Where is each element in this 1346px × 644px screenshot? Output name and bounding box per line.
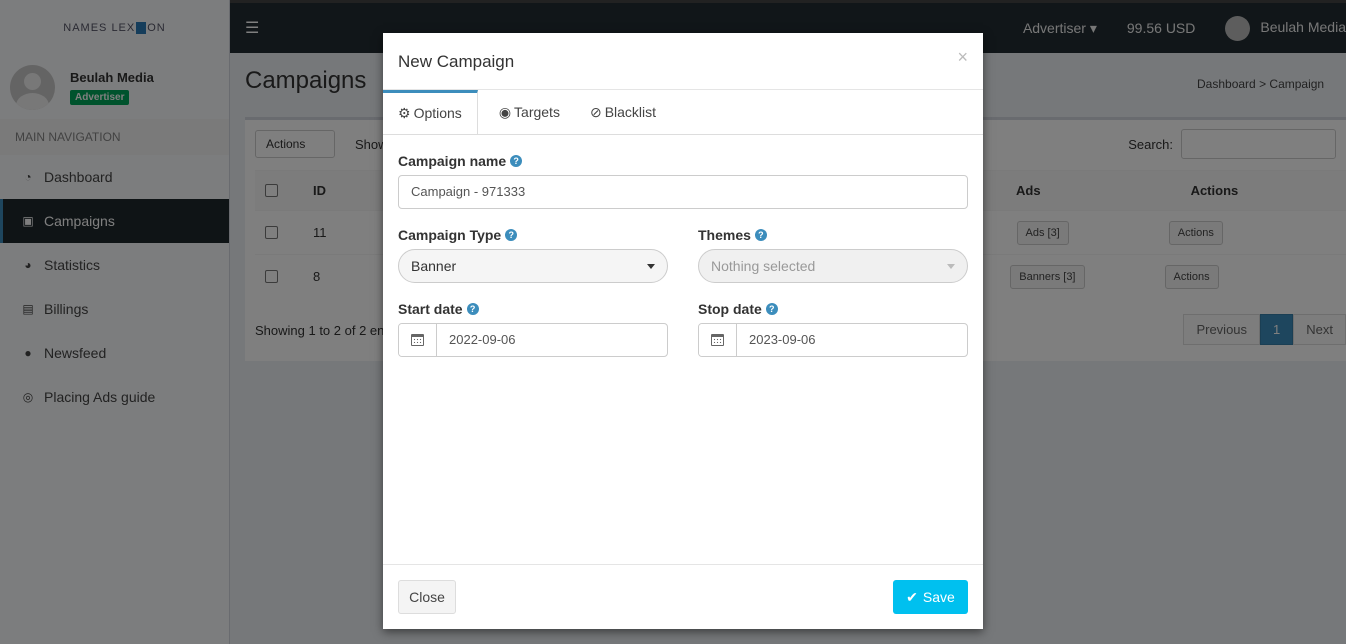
options-form: Campaign name ? Campaign - 971333 Campai… — [383, 135, 983, 565]
ban-icon: ⊘ — [589, 104, 602, 120]
close-icon[interactable]: × — [957, 47, 968, 68]
tab-options[interactable]: ⚙ Options — [383, 90, 478, 134]
check-icon: ✔ — [906, 588, 918, 605]
stop-date-field[interactable]: 2023-09-06 — [698, 323, 968, 357]
help-icon[interactable]: ? — [505, 229, 518, 241]
themes-select[interactable]: Nothing selected — [698, 249, 968, 283]
help-icon[interactable]: ? — [754, 229, 767, 241]
caret-down-icon — [947, 264, 955, 269]
themes-label: Themes ? — [698, 227, 767, 243]
bullseye-icon: ◉ — [498, 104, 512, 120]
help-icon[interactable]: ? — [765, 303, 778, 315]
start-date-input[interactable]: 2022-09-06 — [437, 324, 667, 356]
calendar-icon[interactable] — [399, 324, 437, 356]
start-date-field[interactable]: 2022-09-06 — [398, 323, 668, 357]
modal-tabs: ⚙ Options ◉ Targets ⊘ Blacklist — [383, 90, 983, 135]
campaign-type-label: Campaign Type ? — [398, 227, 518, 243]
help-icon[interactable]: ? — [510, 155, 523, 167]
gear-icon: ⚙ — [398, 105, 411, 121]
caret-down-icon — [647, 264, 655, 269]
campaign-name-label: Campaign name ? — [398, 153, 523, 169]
stop-date-input[interactable]: 2023-09-06 — [737, 324, 967, 356]
close-button[interactable]: Close — [398, 580, 456, 614]
save-button[interactable]: ✔ Save — [893, 580, 968, 614]
campaign-type-select[interactable]: Banner — [398, 249, 668, 283]
help-icon[interactable]: ? — [466, 303, 479, 315]
campaign-name-input[interactable]: Campaign - 971333 — [398, 175, 968, 209]
stop-date-label: Stop date ? — [698, 301, 778, 317]
modal-footer: Close ✔ Save — [383, 564, 983, 629]
start-date-label: Start date ? — [398, 301, 479, 317]
modal-title: New Campaign — [398, 52, 515, 71]
calendar-icon[interactable] — [699, 324, 737, 356]
tab-blacklist[interactable]: ⊘ Blacklist — [575, 90, 671, 134]
tab-targets[interactable]: ◉ Targets — [484, 90, 575, 134]
new-campaign-modal: New Campaign × ⚙ Options ◉ Targets ⊘ Bla… — [383, 33, 983, 629]
